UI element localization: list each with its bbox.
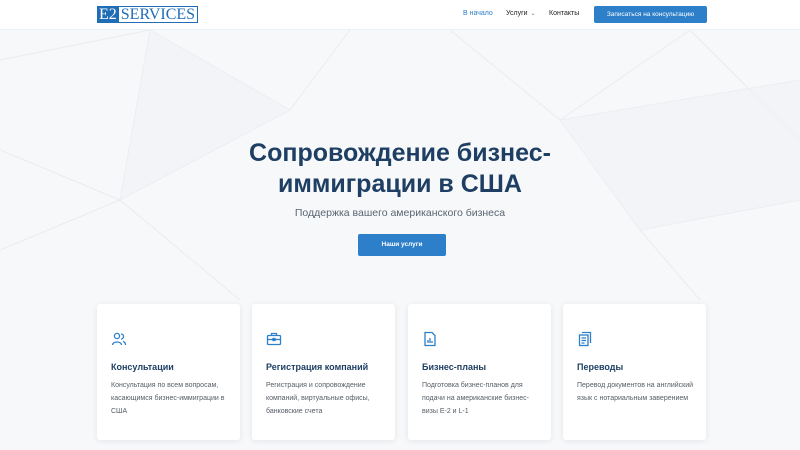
hero-subtitle: Поддержка вашего американского бизнеса [294, 207, 506, 219]
title-line-2: иммиграции в США [278, 170, 522, 198]
logo-mark: E2 [97, 6, 119, 23]
service-card-translations[interactable]: Переводы Перевод документов на английски… [563, 304, 706, 440]
service-card-consultations[interactable]: Консультации Консультация по всем вопрос… [97, 304, 240, 440]
consultation-button[interactable]: Записаться на консультацию [594, 6, 707, 23]
nav-services[interactable]: Услуги ⌄ [506, 10, 536, 17]
card-text: Консультация по всем вопросам, касающимс… [111, 382, 225, 415]
page-title: Сопровождение бизнес- иммиграции в США [190, 138, 610, 200]
documents-icon [578, 331, 592, 347]
logo-text: SERVICES [118, 6, 199, 23]
service-card-business-plans[interactable]: Бизнес-планы Подготовка бизнес-планов дл… [408, 304, 551, 440]
card-text: Перевод документов на английский язык с … [577, 382, 694, 402]
nav-home[interactable]: В начало [463, 10, 493, 17]
briefcase-icon [266, 332, 282, 346]
card-text: Подготовка бизнес-планов для подачи на а… [422, 382, 529, 415]
card-title: Консультации [111, 362, 174, 372]
service-card-company-registration[interactable]: Регистрация компаний Регистрация и сопро… [252, 304, 395, 440]
our-services-button[interactable]: Наши услуги [358, 234, 446, 256]
card-title: Регистрация компаний [266, 362, 369, 372]
title-line-1: Сопровождение бизнес- [249, 139, 551, 167]
nav-contacts[interactable]: Контакты [549, 10, 579, 17]
users-icon [111, 332, 127, 346]
card-text: Регистрация и сопровождение компаний, ви… [266, 382, 370, 415]
chevron-down-icon: ⌄ [530, 11, 536, 17]
card-title: Бизнес-планы [422, 362, 487, 372]
chart-document-icon [424, 331, 436, 347]
nav-services-label: Услуги [506, 10, 528, 17]
site-header: E2 SERVICES В начало Услуги ⌄ Контакты За… [0, 0, 800, 30]
logo[interactable]: E2 SERVICES [97, 6, 199, 23]
card-title: Переводы [577, 362, 624, 372]
